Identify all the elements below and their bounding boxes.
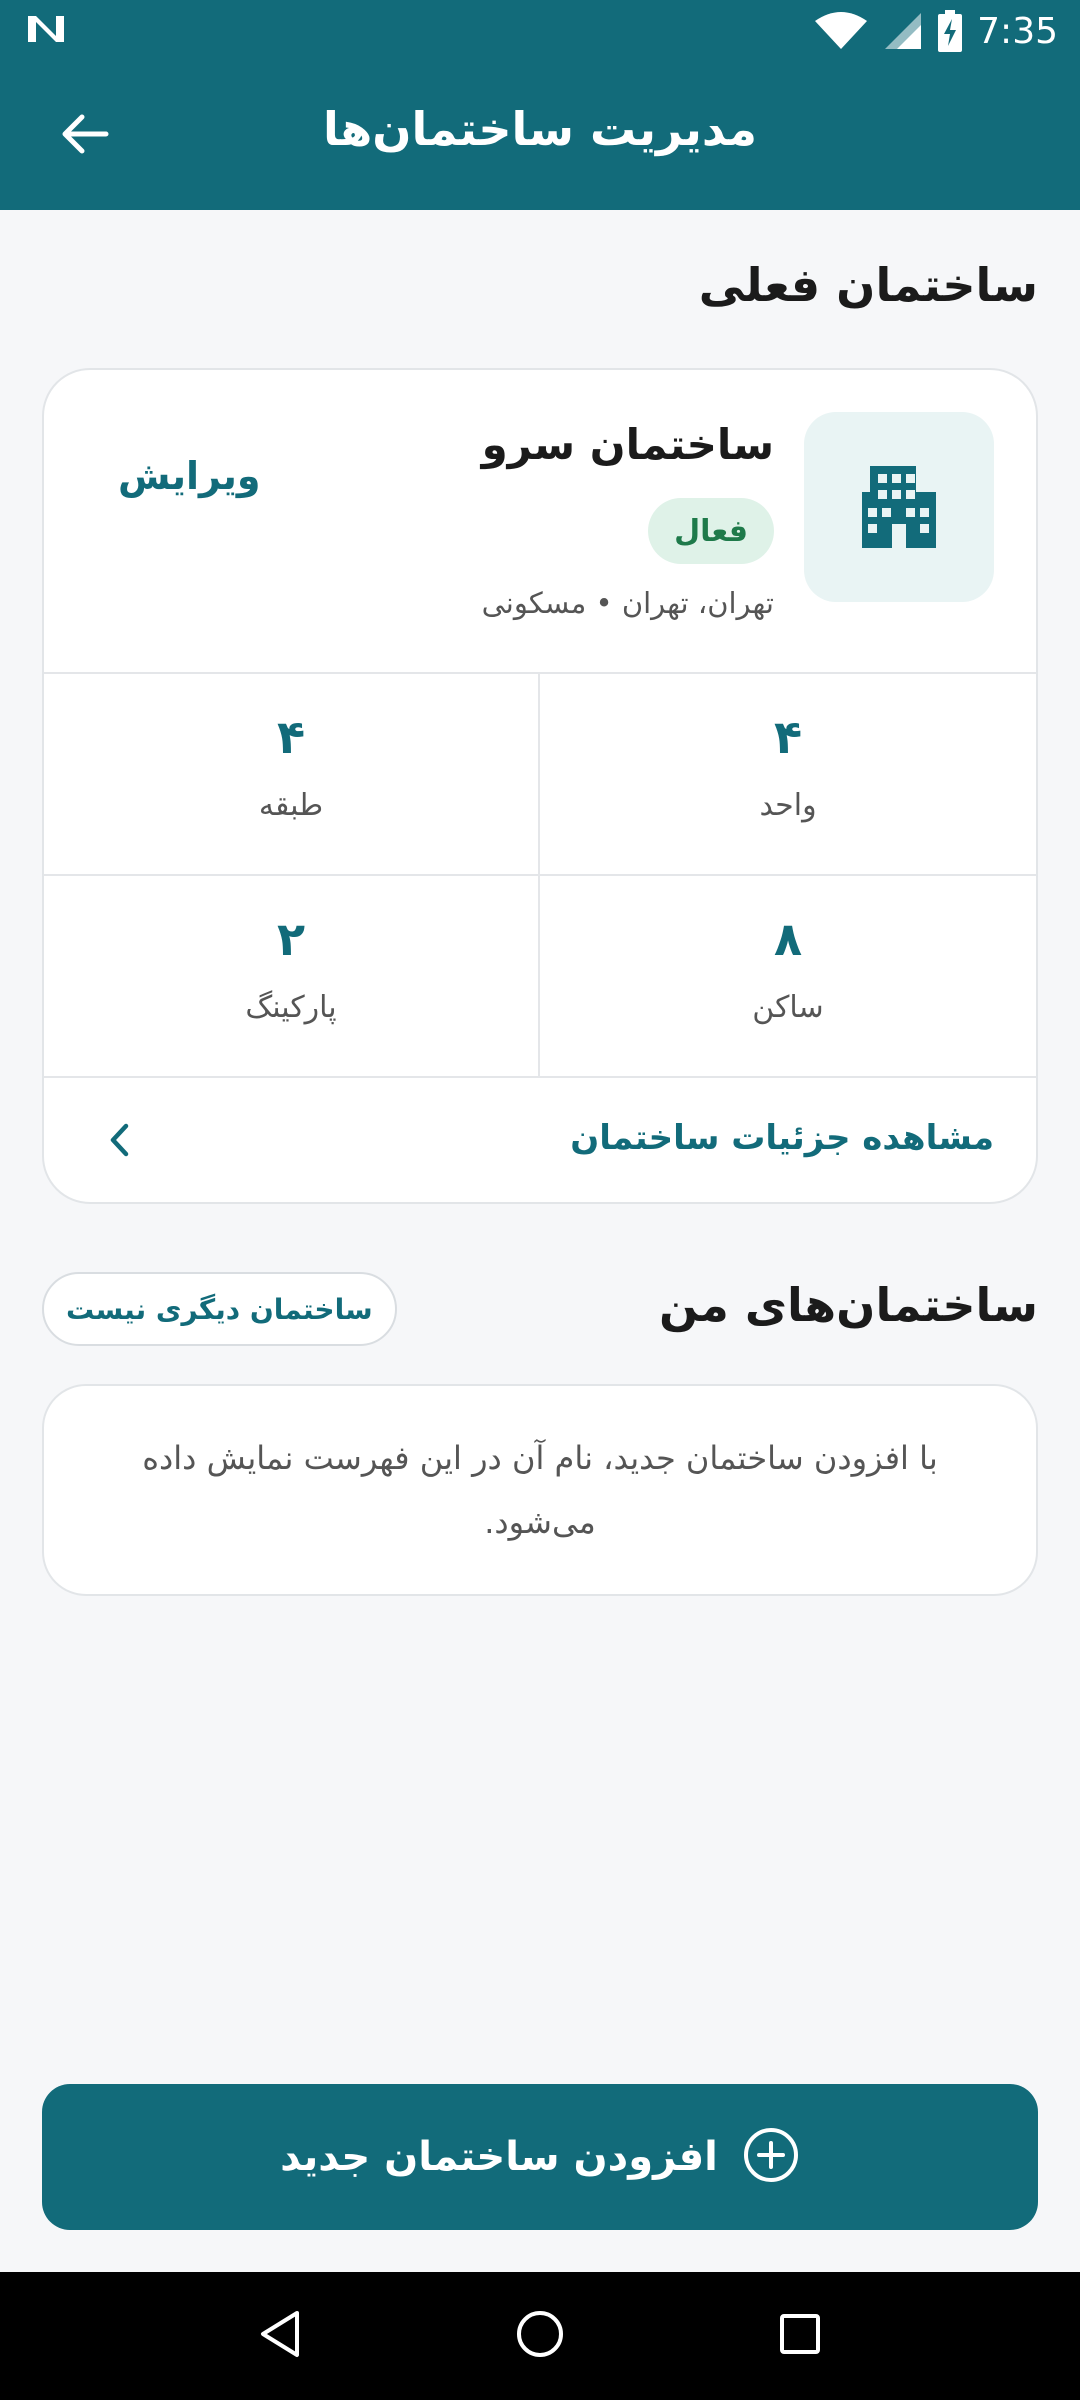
edit-button[interactable]: ویرایش <box>118 454 261 498</box>
chevron-left-icon <box>106 1120 132 1164</box>
status-time: 7:35 <box>977 10 1058 52</box>
view-details-link[interactable]: مشاهده جزئیات ساختمان <box>44 1076 1036 1202</box>
stat-units: ۴ واحد <box>540 674 1036 876</box>
page-title: مدیریت ساختمان‌ها <box>323 102 757 156</box>
system-nav-bar <box>0 2272 1080 2400</box>
notification-n-icon <box>26 12 66 50</box>
add-building-label: افزودن ساختمان جدید <box>280 2134 718 2180</box>
building-stats: ۴ واحد ۴ طبقه ۸ ساکن ۲ پارکینگ <box>44 672 1036 1078</box>
triangle-back-icon <box>257 2309 303 2363</box>
stat-residents: ۸ ساکن <box>540 876 1036 1078</box>
nav-recents-button[interactable] <box>755 2291 845 2381</box>
battery-charging-icon <box>937 10 963 52</box>
stat-floors: ۴ طبقه <box>44 674 540 876</box>
stat-residents-label: ساکن <box>752 990 824 1025</box>
building-name: ساختمان سرو <box>481 420 774 469</box>
stat-residents-value: ۸ <box>773 912 803 966</box>
nav-back-button[interactable] <box>235 2291 325 2381</box>
building-icon-box <box>804 412 994 602</box>
add-building-button[interactable]: افزودن ساختمان جدید <box>42 2084 1038 2230</box>
current-building-card: ساختمان سرو فعال تهران، تهران • مسکونی و… <box>42 368 1038 1204</box>
stat-floors-value: ۴ <box>276 710 306 764</box>
signal-icon <box>883 11 923 51</box>
stat-floors-label: طبقه <box>258 788 324 823</box>
circle-home-icon <box>515 2309 565 2363</box>
building-location: تهران، تهران • مسکونی <box>481 586 774 620</box>
no-other-buildings-badge: ساختمان دیگری نیست <box>42 1272 397 1346</box>
stat-parking-value: ۲ <box>276 912 306 966</box>
empty-state-message: با افزودن ساختمان جدید، نام آن در این فه… <box>42 1384 1038 1596</box>
view-details-label: مشاهده جزئیات ساختمان <box>570 1118 994 1158</box>
stat-units-value: ۴ <box>773 710 803 764</box>
app-bar: مدیریت ساختمان‌ها <box>0 62 1080 210</box>
current-building-title: ساختمان فعلی <box>698 258 1038 312</box>
building-icon <box>854 462 944 552</box>
stat-parking: ۲ پارکینگ <box>44 876 540 1078</box>
stat-units-label: واحد <box>759 788 817 823</box>
building-header: ساختمان سرو فعال تهران، تهران • مسکونی و… <box>44 370 1036 672</box>
nav-home-button[interactable] <box>495 2291 585 2381</box>
status-badge: فعال <box>648 498 774 564</box>
status-bar: 7:35 <box>0 0 1080 62</box>
square-recents-icon <box>778 2312 822 2360</box>
wifi-icon <box>813 11 869 51</box>
my-buildings-title: ساختمان‌های من <box>658 1278 1038 1332</box>
plus-circle-icon <box>742 2126 800 2188</box>
stat-parking-label: پارکینگ <box>245 990 337 1025</box>
